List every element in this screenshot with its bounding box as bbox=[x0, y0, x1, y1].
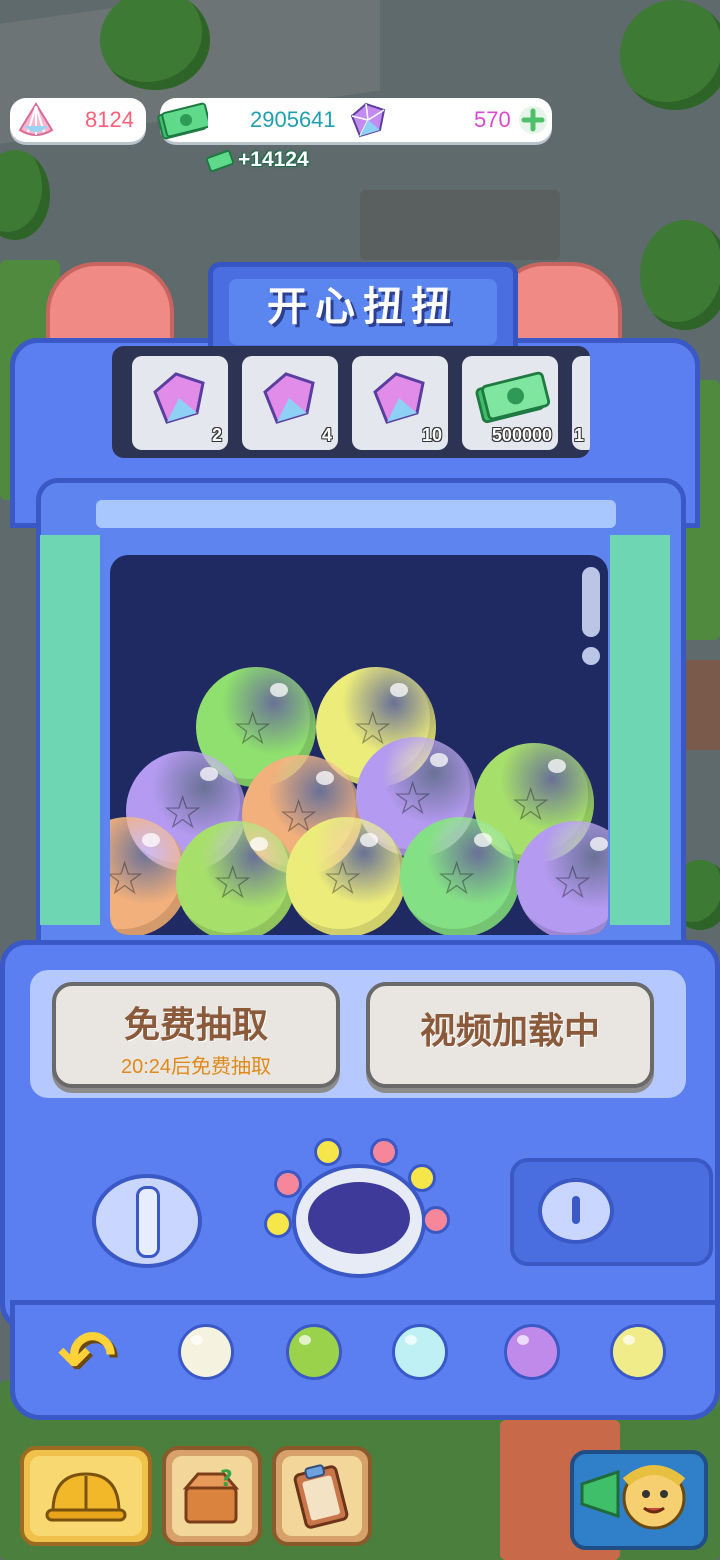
prize-item: 2 bbox=[132, 356, 228, 450]
shells-value: 8124 bbox=[85, 107, 134, 132]
gems-value: 570 bbox=[474, 107, 511, 132]
prize-item: 500000 bbox=[462, 356, 558, 450]
megaphone-character-icon bbox=[580, 1465, 686, 1530]
prize-count: 500000 bbox=[491, 425, 552, 445]
income-value: +14124 bbox=[238, 148, 309, 171]
prize-item: 10 bbox=[352, 356, 448, 450]
coin-slot-line bbox=[572, 1196, 580, 1224]
collection-orb bbox=[504, 1324, 560, 1380]
coin-slot bbox=[538, 1178, 614, 1244]
cash-value: 2905641 bbox=[250, 107, 336, 132]
gem-icon bbox=[350, 102, 386, 138]
led-light bbox=[408, 1164, 436, 1192]
collection-orb bbox=[610, 1324, 666, 1380]
collection-orb bbox=[178, 1324, 234, 1380]
svg-text:?: ? bbox=[220, 1467, 233, 1492]
prize-item: 1 bbox=[572, 356, 590, 450]
chute-opening bbox=[308, 1182, 410, 1254]
star-icon: ☆ bbox=[436, 852, 478, 904]
star-icon: ☆ bbox=[552, 856, 594, 908]
prize-item: 4 bbox=[242, 356, 338, 450]
shells-counter: 8124 bbox=[10, 98, 146, 142]
glass-glare-dot bbox=[582, 647, 600, 665]
capsule-chute bbox=[292, 1164, 426, 1278]
window-side-right bbox=[610, 535, 670, 925]
star-icon: ☆ bbox=[392, 772, 434, 824]
collection-orb bbox=[392, 1324, 448, 1380]
star-icon: ☆ bbox=[162, 786, 204, 838]
star-icon: ☆ bbox=[212, 856, 254, 908]
free-draw-timer: 20:24后免费抽取 bbox=[120, 1056, 272, 1078]
orders-button[interactable] bbox=[272, 1446, 372, 1546]
crank-handle bbox=[136, 1186, 160, 1258]
gem-icon bbox=[153, 372, 205, 424]
star-icon: ☆ bbox=[510, 778, 552, 830]
led-light bbox=[264, 1210, 292, 1238]
prize-count: 4 bbox=[321, 425, 332, 445]
collection-orb bbox=[286, 1324, 342, 1380]
free-draw-button[interactable]: 免费抽取 20:24后免费抽取 bbox=[52, 982, 340, 1088]
gem-icon bbox=[373, 372, 425, 424]
led-light bbox=[314, 1138, 342, 1166]
machine-title-plate: 开心扭扭 bbox=[208, 262, 518, 356]
video-draw-button[interactable]: 视频加载中 bbox=[366, 982, 654, 1088]
gem-icon bbox=[263, 372, 315, 424]
led-light bbox=[274, 1170, 302, 1198]
hard-hat-icon bbox=[45, 1472, 127, 1522]
free-draw-label: 免费抽取 bbox=[123, 1004, 268, 1045]
add-gems-button[interactable] bbox=[518, 105, 548, 135]
announcement-button[interactable] bbox=[570, 1450, 708, 1550]
cash-icon bbox=[206, 149, 234, 173]
build-menu-button[interactable] bbox=[20, 1446, 152, 1546]
mystery-box-icon: ? bbox=[182, 1467, 240, 1524]
video-draw-label: 视频加载中 bbox=[419, 1010, 600, 1051]
cash-icon bbox=[475, 371, 550, 424]
capsule-ball: ☆ bbox=[400, 817, 520, 935]
led-light bbox=[422, 1206, 450, 1234]
capsule-ball: ☆ bbox=[176, 821, 296, 935]
glass-glare bbox=[582, 567, 600, 637]
clipboard-icon bbox=[293, 1464, 349, 1529]
shell-icon bbox=[18, 102, 54, 136]
window-side-left bbox=[40, 535, 100, 925]
prize-count: 10 bbox=[421, 425, 442, 445]
currency-bar: 2905641 570 bbox=[157, 98, 552, 142]
star-icon: ☆ bbox=[322, 852, 364, 904]
prize-count: 2 bbox=[211, 425, 222, 445]
back-arrow-icon[interactable]: ↶ bbox=[44, 1320, 130, 1392]
prize-list: 2 4 10 500000 1 bbox=[112, 346, 590, 458]
capsule-ball: ☆ bbox=[286, 817, 406, 935]
led-light bbox=[370, 1138, 398, 1166]
mystery-box-button[interactable]: ? bbox=[162, 1446, 262, 1546]
prize-count: 1 bbox=[574, 425, 585, 445]
star-icon: ☆ bbox=[110, 852, 146, 904]
window-lip bbox=[96, 500, 616, 528]
coin-slot-panel bbox=[510, 1158, 713, 1266]
machine-title: 开心扭扭 bbox=[229, 279, 497, 345]
cash-icon bbox=[157, 102, 208, 140]
capsule-window: ☆ ☆ ☆ ☆ ☆ ☆ ☆ ☆ ☆ ☆ ☆ bbox=[110, 555, 608, 935]
crank-knob[interactable] bbox=[92, 1174, 202, 1268]
star-icon: ☆ bbox=[232, 702, 274, 754]
